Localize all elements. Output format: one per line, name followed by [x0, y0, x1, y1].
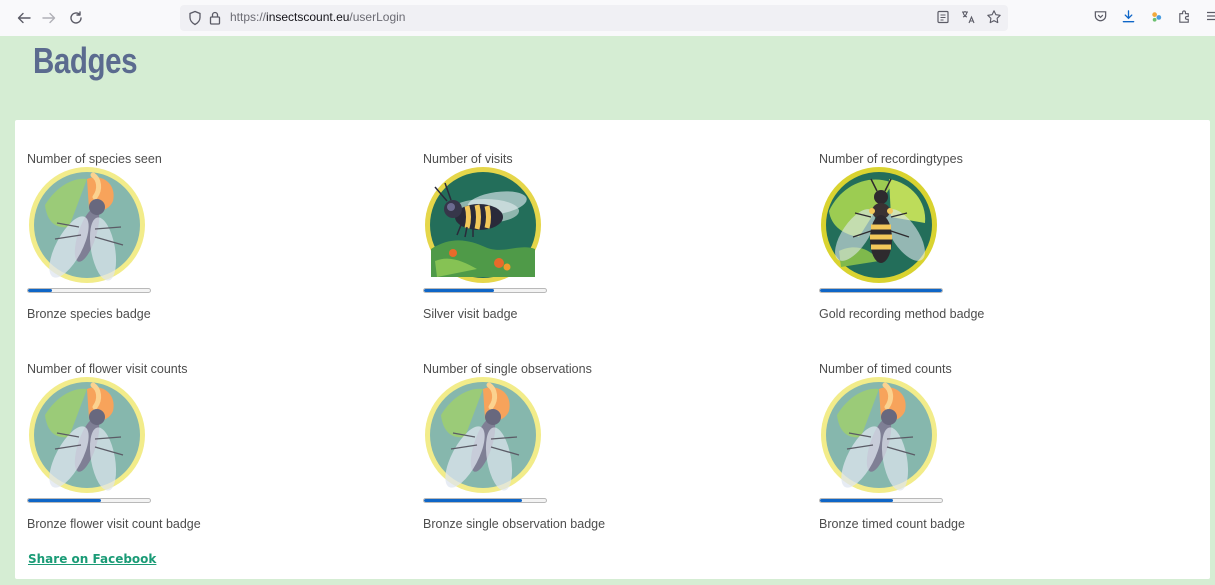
progress-bar — [423, 498, 547, 503]
share-on-facebook-link[interactable]: Share on Facebook — [28, 552, 156, 566]
badge-title: Number of timed counts — [819, 362, 952, 376]
address-bar[interactable]: https://insectscount.eu/userLogin — [180, 5, 1008, 31]
badge-species: Number of species seen Bronze species ba… — [27, 152, 407, 332]
fly-on-leaf-icon — [423, 375, 543, 495]
progress-fill — [424, 499, 522, 502]
wasp-on-leaf-icon — [819, 165, 939, 285]
url-text[interactable]: https://insectscount.eu/userLogin — [230, 10, 405, 24]
url-host: insectscount.eu — [266, 10, 350, 24]
menu-icon[interactable] — [1204, 6, 1215, 26]
progress-fill — [28, 499, 102, 502]
badge-title: Number of species seen — [27, 152, 162, 166]
bookmark-star-icon[interactable] — [986, 9, 1002, 29]
reload-icon[interactable] — [62, 4, 90, 32]
fly-on-leaf-icon — [27, 375, 147, 495]
shield-icon[interactable] — [188, 10, 202, 30]
badge-name: Bronze timed count badge — [819, 517, 965, 531]
url-path: /userLogin — [349, 10, 406, 24]
progress-fill — [820, 499, 894, 502]
badge-title: Number of visits — [423, 152, 513, 166]
badge-name: Bronze flower visit count badge — [27, 517, 201, 531]
badge-recordingtypes: Number of recordingtypes Gold recording … — [819, 152, 1199, 332]
badge-name: Bronze species badge — [27, 307, 151, 321]
browser-toolbar: https://insectscount.eu/userLogin — [0, 0, 1215, 36]
download-icon[interactable] — [1120, 6, 1136, 26]
progress-bar — [27, 498, 151, 503]
fly-on-leaf-icon — [819, 375, 939, 495]
url-scheme: https:// — [230, 10, 267, 24]
back-arrow-icon[interactable] — [10, 4, 38, 32]
badge-name: Silver visit badge — [423, 307, 518, 321]
progress-bar — [423, 288, 547, 293]
badge-title: Number of single observations — [423, 362, 592, 376]
badge-title: Number of flower visit counts — [27, 362, 188, 376]
progress-fill — [820, 289, 942, 292]
hoverfly-flying-icon — [423, 165, 543, 285]
extension-icon[interactable] — [1148, 6, 1164, 26]
progress-fill — [424, 289, 494, 292]
badge-timed-counts: Number of timed counts Bronze timed coun… — [819, 362, 1199, 542]
badge-single-observations: Number of single observations Bronze sin… — [423, 362, 803, 542]
progress-bar — [819, 498, 943, 503]
progress-bar — [819, 288, 943, 293]
progress-fill — [28, 289, 53, 292]
badge-title: Number of recordingtypes — [819, 152, 963, 166]
badge-name: Gold recording method badge — [819, 307, 985, 321]
pocket-icon[interactable] — [1092, 6, 1108, 26]
forward-arrow-icon[interactable] — [35, 4, 63, 32]
progress-bar — [27, 288, 151, 293]
badge-visits: Number of visits Silver visit badge — [423, 152, 803, 332]
puzzle-icon[interactable] — [1176, 6, 1192, 26]
badge-name: Bronze single observation badge — [423, 517, 606, 531]
lock-icon[interactable] — [208, 10, 222, 30]
badge-flower-visit-counts: Number of flower visit counts Bronze flo… — [27, 362, 407, 542]
translate-icon[interactable] — [960, 9, 976, 29]
fly-on-leaf-icon — [27, 165, 147, 285]
reader-view-icon[interactable] — [936, 9, 950, 29]
page-title: Badges — [33, 40, 138, 81]
